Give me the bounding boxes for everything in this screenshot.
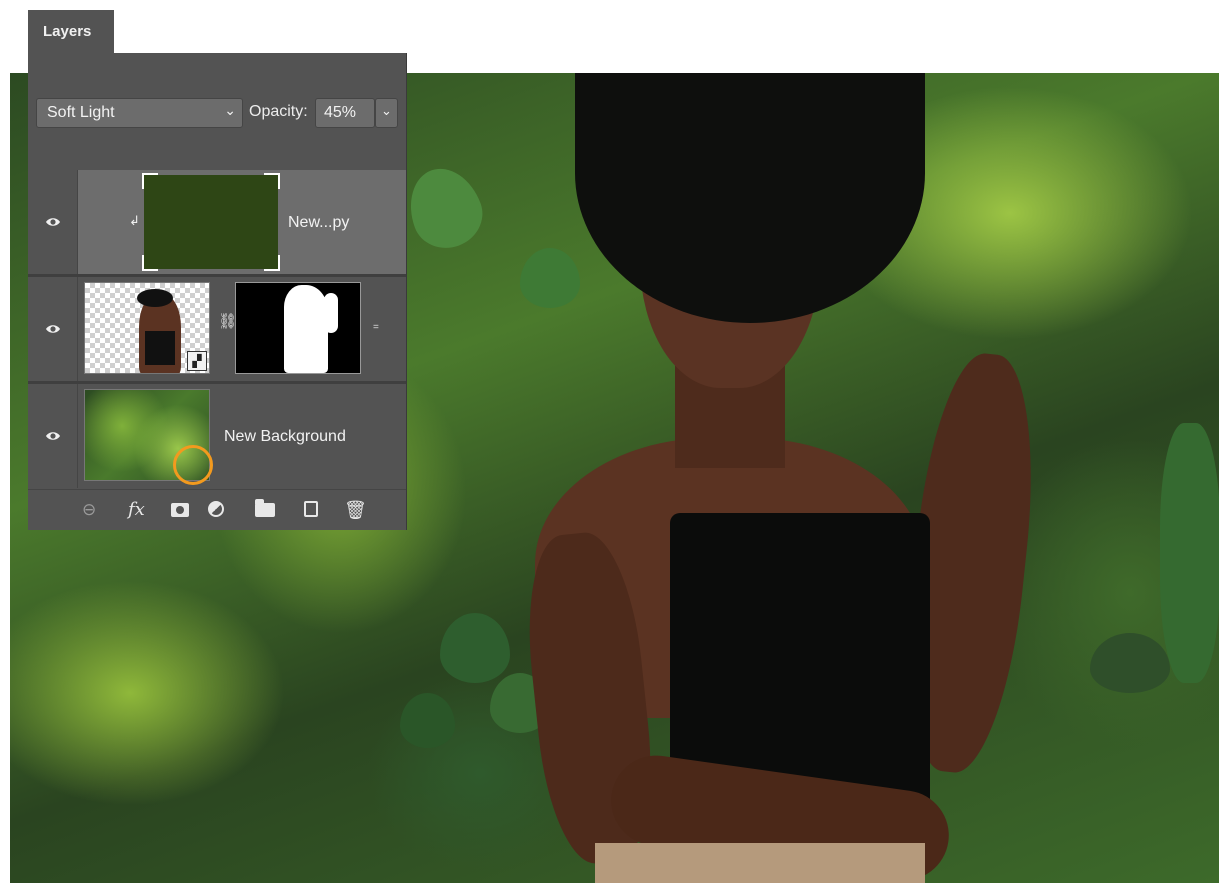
layer-mask-thumbnail[interactable] bbox=[235, 282, 361, 374]
visibility-toggle[interactable] bbox=[28, 277, 78, 381]
add-mask-icon[interactable] bbox=[171, 503, 189, 517]
group-folder-icon[interactable] bbox=[255, 499, 275, 517]
eye-icon bbox=[46, 432, 60, 440]
new-layer-icon[interactable] bbox=[304, 501, 318, 517]
layers-list: ↲ New...py ▞ ⛓ = New Background bbox=[28, 170, 406, 489]
chevron-down-icon: ⌄ bbox=[381, 103, 392, 118]
opacity-label: Opacity: bbox=[249, 103, 308, 120]
layer-row-color-fill[interactable]: ↲ New...py bbox=[28, 170, 406, 274]
visibility-toggle[interactable] bbox=[28, 170, 78, 274]
layer-name[interactable]: New Background bbox=[224, 428, 346, 446]
smart-object-icon: ▞ bbox=[187, 351, 207, 371]
layers-panel: Soft Light ⌄ Opacity: 45% ⌄ ↲ New...py ▞… bbox=[28, 53, 407, 530]
layers-toolbar: ⊖ fx 🗑 bbox=[28, 489, 406, 530]
foliage-leaf bbox=[1090, 633, 1170, 693]
trash-icon[interactable]: 🗑 bbox=[344, 498, 367, 522]
subject-pants bbox=[595, 843, 925, 883]
link-layers-icon[interactable]: ⊖ bbox=[82, 498, 96, 522]
foliage-leaf bbox=[398, 158, 492, 258]
blend-mode-select[interactable]: Soft Light ⌄ bbox=[36, 98, 243, 128]
foliage-leaf bbox=[1160, 423, 1219, 683]
chevron-down-icon: ⌄ bbox=[224, 102, 236, 118]
foliage-leaf bbox=[400, 693, 455, 748]
opacity-value: 45% bbox=[324, 104, 357, 121]
clipping-arrow-icon: ↲ bbox=[129, 213, 140, 228]
visibility-toggle[interactable] bbox=[28, 384, 78, 488]
fx-icon[interactable]: fx bbox=[128, 498, 145, 522]
mask-indicator-icon: = bbox=[373, 322, 379, 333]
subject-hat bbox=[575, 73, 925, 323]
eye-icon bbox=[46, 218, 60, 226]
foliage-leaf bbox=[520, 248, 580, 308]
foliage-leaf bbox=[440, 613, 510, 683]
eye-icon bbox=[46, 325, 60, 333]
opacity-input[interactable]: 45% bbox=[315, 98, 375, 128]
layer-thumbnail-fill[interactable] bbox=[142, 173, 280, 271]
opacity-dropdown-button[interactable]: ⌄ bbox=[375, 98, 398, 128]
tab-layers[interactable]: Layers bbox=[28, 10, 114, 55]
layer-name[interactable]: New...py bbox=[288, 214, 349, 232]
highlight-ring bbox=[173, 445, 213, 485]
adjustment-layer-icon[interactable] bbox=[208, 501, 224, 517]
blend-mode-value: Soft Light bbox=[47, 104, 115, 121]
layer-thumbnail-photo[interactable]: ▞ bbox=[84, 282, 210, 374]
